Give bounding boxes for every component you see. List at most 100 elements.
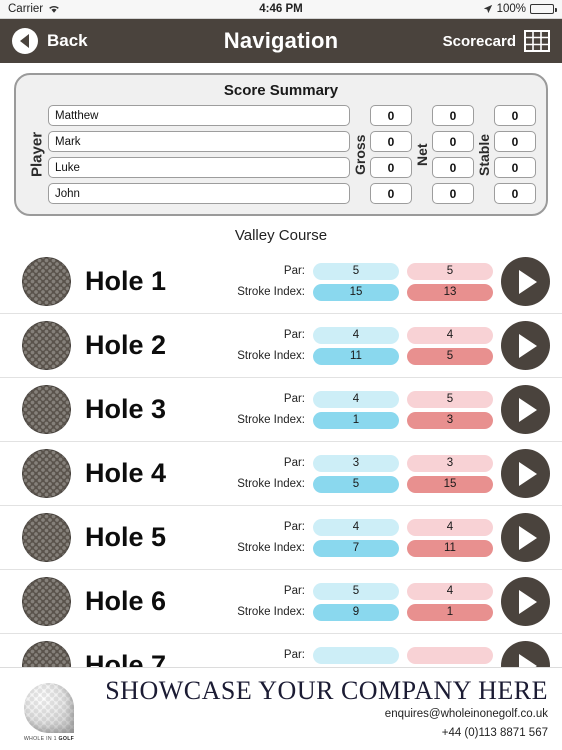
advertiser-logo-text: WHOLE IN 1 GOLF	[23, 736, 75, 742]
play-arrow-icon[interactable]	[501, 321, 550, 370]
stroke-index-value-blue: 9	[313, 603, 399, 621]
player-name-input[interactable]: Mark	[48, 131, 350, 152]
net-score-value[interactable]: 0	[432, 105, 474, 126]
blue-tee-pills: 5 9	[313, 582, 399, 621]
par-value-blue: 3	[313, 454, 399, 472]
hole-stat-labels: Par: Stroke Index:	[237, 583, 305, 621]
gross-score-value[interactable]: 0	[370, 131, 412, 152]
score-summary-title: Score Summary	[223, 82, 339, 99]
scorecard-button[interactable]: Scorecard	[443, 30, 550, 52]
hole-name-label: Hole 6	[85, 586, 167, 616]
blue-tee-pills: 3 5	[313, 454, 399, 493]
stroke-index-value-blue: 7	[313, 539, 399, 557]
stable-score-value[interactable]: 0	[494, 105, 536, 126]
pink-tee-pills: 4 5	[407, 326, 493, 365]
hole-row[interactable]: Hole 5 Par: Stroke Index: 4 7 4 11	[0, 506, 562, 570]
hole-name-label: Hole 2	[85, 330, 167, 360]
hole-stat-labels: Par: Stroke Index:	[237, 455, 305, 493]
par-value-blue: 4	[313, 518, 399, 536]
advertisement-headline: SHOWCASE YOUR COMPANY HERE	[105, 675, 548, 705]
navigation-bar: Back Navigation Scorecard	[0, 19, 562, 63]
play-arrow-icon[interactable]	[501, 385, 550, 434]
golf-ball-icon	[22, 577, 71, 626]
carrier-label: Carrier	[8, 3, 44, 15]
stable-score-value[interactable]: 0	[494, 157, 536, 178]
hole-row[interactable]: Hole 3 Par: Stroke Index: 4 1 5 3	[0, 378, 562, 442]
gross-score-value[interactable]: 0	[370, 183, 412, 204]
advertisement-banner[interactable]: WHOLE IN 1 GOLF SHOWCASE YOUR COMPANY HE…	[0, 667, 562, 750]
hole-stats: Par: Stroke Index: 4 11 4 5	[237, 326, 493, 365]
pink-tee-pills: 5 13	[407, 262, 493, 301]
golf-ball-icon	[22, 257, 71, 306]
stroke-index-value-pink: 15	[407, 475, 493, 493]
pink-tee-pills: 3 15	[407, 454, 493, 493]
par-label: Par:	[283, 392, 305, 405]
par-value-pink	[407, 646, 493, 664]
pink-tee-pills: 5 3	[407, 390, 493, 429]
hole-stats: Par: Stroke Index: 4 1 5 3	[237, 390, 493, 429]
par-value-pink: 5	[407, 390, 493, 408]
hole-stats: Par: Stroke Index: 3 5 3 15	[237, 454, 493, 493]
hole-stat-labels: Par: Stroke Index:	[237, 263, 305, 301]
par-label: Par:	[283, 648, 305, 661]
net-score-value[interactable]: 0	[432, 157, 474, 178]
location-arrow-icon	[483, 4, 493, 14]
hole-row[interactable]: Hole 2 Par: Stroke Index: 4 11 4 5	[0, 314, 562, 378]
hole-row[interactable]: Hole 4 Par: Stroke Index: 3 5 3 15	[0, 442, 562, 506]
hole-stat-labels: Par: Stroke Index:	[237, 519, 305, 557]
blue-tee-pills: 5 15	[313, 262, 399, 301]
hole-row[interactable]: Hole 1 Par: Stroke Index: 5 15 5 13	[0, 250, 562, 314]
score-summary-section: Score Summary Player Matthew Mark Luke J…	[0, 63, 562, 216]
back-button[interactable]: Back	[12, 28, 88, 54]
hole-stats: Par: Stroke Index: 4 7 4 11	[237, 518, 493, 557]
stroke-index-value-pink: 5	[407, 347, 493, 365]
par-value-pink: 3	[407, 454, 493, 472]
golf-ball-icon	[22, 449, 71, 498]
player-column-label: Player	[28, 131, 46, 178]
score-summary-card: Score Summary Player Matthew Mark Luke J…	[14, 73, 548, 216]
back-circle-arrow-icon	[12, 28, 38, 54]
wifi-icon	[48, 4, 60, 14]
advertisement-email[interactable]: enquires@wholeinonegolf.co.uk	[90, 707, 548, 723]
play-arrow-icon[interactable]	[501, 513, 550, 562]
play-arrow-icon[interactable]	[501, 577, 550, 626]
hole-list: Hole 1 Par: Stroke Index: 5 15 5 13 Hole…	[0, 250, 562, 698]
par-value-pink: 4	[407, 326, 493, 344]
golf-ball-icon	[22, 513, 71, 562]
advertisement-phone[interactable]: +44 (0)113 8871 567	[90, 726, 548, 742]
gross-score-value[interactable]: 0	[370, 157, 412, 178]
stroke-index-value-pink: 11	[407, 539, 493, 557]
back-button-label: Back	[47, 31, 88, 50]
player-name-input[interactable]: John	[48, 183, 350, 204]
stable-score-value[interactable]: 0	[494, 131, 536, 152]
player-name-input[interactable]: Luke	[48, 157, 350, 178]
stable-score-column: 0 0 0 0	[494, 105, 536, 204]
hole-name-label: Hole 5	[85, 522, 167, 552]
par-value-blue: 5	[313, 262, 399, 280]
net-score-value[interactable]: 0	[432, 183, 474, 204]
status-bar-right: 100%	[483, 3, 557, 15]
player-name-column: Matthew Mark Luke John	[48, 105, 350, 204]
stroke-index-label: Stroke Index:	[237, 477, 305, 490]
player-name-input[interactable]: Matthew	[48, 105, 350, 126]
play-arrow-icon[interactable]	[501, 449, 550, 498]
stroke-index-label: Stroke Index:	[237, 349, 305, 362]
score-summary-body: Player Matthew Mark Luke John Gross 0 0 …	[26, 105, 536, 204]
stable-column-label: Stable	[476, 133, 492, 176]
blue-tee-pills: 4 7	[313, 518, 399, 557]
par-value-pink: 4	[407, 518, 493, 536]
stroke-index-value-pink: 3	[407, 411, 493, 429]
play-arrow-icon[interactable]	[501, 257, 550, 306]
hole-stat-labels: Par: Stroke Index:	[237, 327, 305, 365]
battery-percent-label: 100%	[496, 3, 526, 15]
hole-row[interactable]: Hole 6 Par: Stroke Index: 5 9 4 1	[0, 570, 562, 634]
stroke-index-label: Stroke Index:	[237, 605, 305, 618]
gross-score-value[interactable]: 0	[370, 105, 412, 126]
hole-name-label: Hole 3	[85, 394, 167, 424]
status-bar: Carrier 4:46 PM 100%	[0, 0, 562, 19]
net-score-value[interactable]: 0	[432, 131, 474, 152]
stable-score-value[interactable]: 0	[494, 183, 536, 204]
stroke-index-value-blue: 5	[313, 475, 399, 493]
stroke-index-label: Stroke Index:	[237, 285, 305, 298]
stroke-index-value-blue: 15	[313, 283, 399, 301]
